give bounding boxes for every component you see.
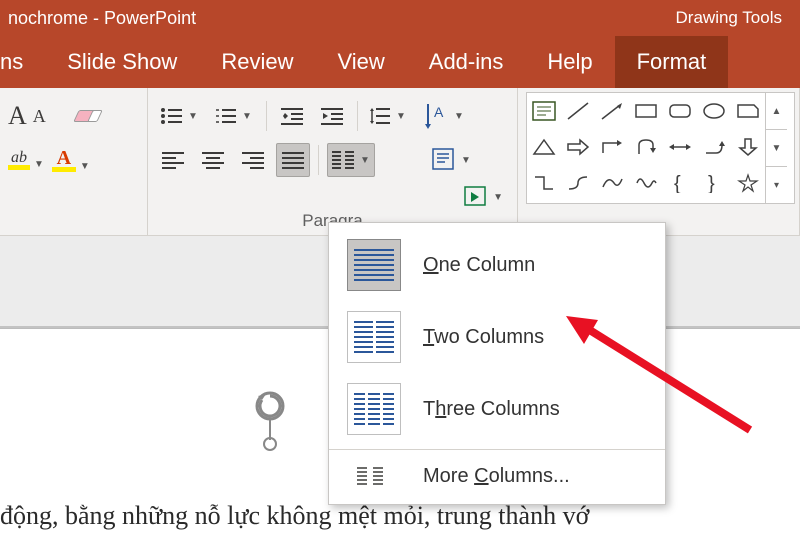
columns-two[interactable]: Two Columns (329, 301, 665, 373)
justify-icon (282, 151, 304, 169)
bullets-button[interactable]: ▼ (156, 99, 204, 133)
smartart-icon (463, 185, 489, 209)
font-color-button[interactable]: A ▼ (52, 149, 92, 172)
shape-connector-curved[interactable] (561, 165, 595, 201)
text-direction-icon: A (424, 101, 450, 131)
align-text-button[interactable]: ▼ (427, 143, 477, 177)
shapes-scrollbar: ▲ ▼ ▾ (765, 93, 787, 203)
columns-three-label: Three Columns (423, 398, 560, 421)
tab-slide-show[interactable]: Slide Show (45, 36, 199, 88)
chevron-down-icon: ▼ (78, 161, 92, 172)
columns-one[interactable]: One Column (329, 229, 665, 301)
increase-indent-button[interactable] (315, 99, 349, 133)
shape-uturn-arrow[interactable] (629, 129, 663, 165)
columns-more[interactable]: More Columns... (329, 454, 665, 498)
shape-connector-elbow[interactable] (527, 165, 561, 201)
svg-text:{: { (674, 173, 681, 193)
align-left-icon (162, 151, 184, 169)
align-center-icon (202, 151, 224, 169)
contextual-tab-label: Drawing Tools (676, 8, 792, 28)
shapes-scroll-down[interactable]: ▼ (766, 130, 787, 167)
align-center-button[interactable] (196, 143, 230, 177)
svg-text:}: } (708, 173, 715, 193)
numbering-icon (214, 107, 236, 125)
shape-rounded-rect[interactable] (663, 93, 697, 129)
svg-text:A: A (434, 104, 444, 120)
tab-view[interactable]: View (315, 36, 406, 88)
tab-add-ins[interactable]: Add-ins (407, 36, 526, 88)
shape-down-arrow[interactable] (731, 129, 765, 165)
shapes-more[interactable]: ▾ (766, 167, 787, 203)
shape-bent-arrow[interactable] (697, 129, 731, 165)
shapes-gallery[interactable]: { } ▲ ▼ ▾ (526, 92, 795, 204)
window-title: nochrome - PowerPoint (8, 8, 676, 29)
shape-snip-rect[interactable] (731, 93, 765, 129)
more-columns-icon (347, 464, 401, 488)
tab-format[interactable]: Format (615, 36, 729, 88)
justify-button[interactable] (276, 143, 310, 177)
decrease-indent-button[interactable] (275, 99, 309, 133)
shape-line-arrow[interactable] (595, 93, 629, 129)
line-spacing-icon (370, 106, 390, 126)
shapes-group: { } ▲ ▼ ▾ (518, 88, 800, 235)
line-spacing-button[interactable]: ▼ (366, 99, 414, 133)
shape-line[interactable] (561, 93, 595, 129)
clear-formatting-button[interactable] (72, 104, 102, 128)
text-highlight-button[interactable]: ab ▼ (8, 151, 46, 170)
columns-more-label: More Columns... (423, 465, 570, 488)
shape-scribble[interactable] (629, 165, 663, 201)
shape-freeform[interactable] (595, 165, 629, 201)
title-bar: nochrome - PowerPoint Drawing Tools (0, 0, 800, 36)
font-group: A A ab ▼ A ▼ (0, 88, 148, 235)
shape-elbow-arrow[interactable] (595, 129, 629, 165)
columns-menu: One Column Two Columns Three Columns Mor… (328, 222, 666, 505)
align-right-icon (242, 151, 264, 169)
increase-font-size-button[interactable]: A (8, 101, 27, 131)
decrease-indent-icon (281, 107, 303, 125)
increase-indent-icon (321, 107, 343, 125)
slide-body-text: động, bằng những nỗ lực không mệt mỏi, t… (0, 501, 589, 531)
align-left-button[interactable] (156, 143, 190, 177)
columns-two-label: Two Columns (423, 326, 544, 349)
decrease-font-size-button[interactable]: A (33, 106, 46, 127)
shape-triangle[interactable] (527, 129, 561, 165)
shape-left-brace[interactable]: { (663, 165, 697, 201)
columns-one-label: One Column (423, 254, 535, 277)
columns-three[interactable]: Three Columns (329, 373, 665, 445)
columns-icon (332, 150, 354, 170)
slide-smartart-node[interactable] (240, 390, 300, 460)
tab-review[interactable]: Review (199, 36, 315, 88)
shape-right-brace[interactable]: } (697, 165, 731, 201)
align-text-icon (431, 145, 457, 175)
shape-rectangle[interactable] (629, 93, 663, 129)
convert-smartart-button[interactable]: ▼ (459, 183, 509, 211)
text-direction-button[interactable]: A ▼ (420, 99, 470, 133)
ribbon-tabs: ns Slide Show Review View Add-ins Help F… (0, 36, 800, 88)
shape-oval[interactable] (697, 93, 731, 129)
align-right-button[interactable] (236, 143, 270, 177)
paragraph-group: ▼ ▼ ▼ A ▼ (148, 88, 518, 235)
bullets-icon (160, 107, 182, 125)
tab-partial[interactable]: ns (0, 36, 45, 88)
tab-help[interactable]: Help (525, 36, 614, 88)
numbering-button[interactable]: ▼ (210, 99, 258, 133)
columns-button[interactable]: ▼ (327, 143, 375, 177)
shape-star[interactable] (731, 165, 765, 201)
ribbon: A A ab ▼ A ▼ ▼ ▼ (0, 88, 800, 236)
chevron-down-icon: ▼ (32, 159, 46, 170)
shape-right-arrow[interactable] (561, 129, 595, 165)
shape-double-arrow[interactable] (663, 129, 697, 165)
shape-textbox[interactable] (527, 93, 561, 129)
shapes-scroll-up[interactable]: ▲ (766, 93, 787, 130)
